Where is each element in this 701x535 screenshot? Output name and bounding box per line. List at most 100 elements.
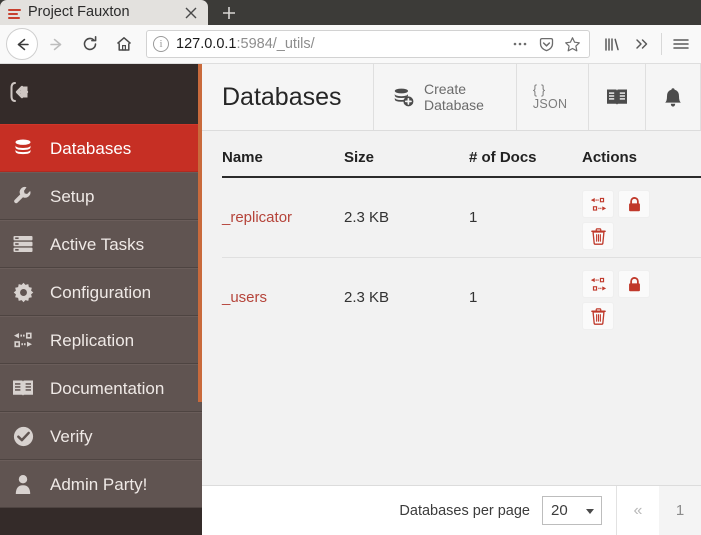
browser-window: Project Fauxton i 127.0.0.1:5984/_utils/… <box>0 0 701 535</box>
pagination: « 1 <box>616 485 701 535</box>
double-chevron-icon[interactable] <box>628 29 656 59</box>
bell-icon <box>662 86 684 109</box>
sidebar-item-databases[interactable]: Databases <box>0 124 202 172</box>
json-button[interactable]: { } JSON <box>517 64 589 130</box>
book-icon <box>605 86 629 108</box>
lock-icon[interactable] <box>618 190 650 219</box>
sidebar-item-active-tasks[interactable]: Active Tasks <box>0 220 202 268</box>
replicate-icon[interactable] <box>582 190 614 219</box>
plus-icon[interactable] <box>209 0 249 25</box>
pocket-icon[interactable] <box>535 33 557 55</box>
database-link[interactable]: _users <box>222 289 267 306</box>
column-header-size: Size <box>344 131 469 178</box>
chevron-down-icon <box>586 508 594 514</box>
per-page-control: Databases per page 20 <box>399 496 616 525</box>
page-title: Databases <box>202 64 374 130</box>
library-icon[interactable] <box>598 29 626 59</box>
cell-docs: 1 <box>469 288 478 306</box>
replicate-icon[interactable] <box>582 270 614 299</box>
url-path: :5984/_utils/ <box>236 36 315 52</box>
cell-docs: 1 <box>469 177 582 258</box>
collapse-sidebar-icon[interactable] <box>8 79 38 110</box>
table-body: _replicator 2.3 KB 1 _users 2.3 KB 1 <box>222 177 701 337</box>
hamburger-menu-icon[interactable] <box>667 29 695 59</box>
url-bar[interactable]: i 127.0.0.1:5984/_utils/ <box>146 30 590 58</box>
ellipsis-icon[interactable] <box>509 33 531 55</box>
row-actions <box>582 190 656 251</box>
delete-icon[interactable] <box>582 302 614 331</box>
cell-actions <box>582 257 701 337</box>
browser-nav-toolbar: i 127.0.0.1:5984/_utils/ <box>0 25 701 64</box>
table-row: _replicator 2.3 KB 1 <box>222 177 701 258</box>
row-actions <box>582 270 656 331</box>
url-host: 127.0.0.1 <box>176 36 237 52</box>
home-icon[interactable] <box>108 28 140 60</box>
sidebar-header <box>0 64 202 124</box>
back-arrow-icon[interactable] <box>6 28 38 60</box>
sidebar-item-label: Setup <box>50 186 95 206</box>
sidebar-item-documentation[interactable]: Documentation <box>0 364 202 412</box>
gear-icon <box>10 279 36 305</box>
cell-size: 2.3 KB <box>344 288 390 306</box>
book-icon <box>10 375 36 401</box>
databases-table: Name Size # of Docs Actions _replicator … <box>222 131 701 337</box>
sidebar-item-label: Replication <box>50 330 135 350</box>
create-database-button[interactable]: Create Database <box>374 64 517 130</box>
sidebar-item-admin-party[interactable]: Admin Party! <box>0 460 202 508</box>
tasks-icon <box>10 231 36 257</box>
per-page-select[interactable]: 20 <box>542 496 602 525</box>
table-row: _users 2.3 KB 1 <box>222 257 701 337</box>
column-header-docs: # of Docs <box>469 131 582 178</box>
info-icon[interactable]: i <box>153 36 169 52</box>
star-icon[interactable] <box>561 33 583 55</box>
notifications-button[interactable] <box>646 64 701 130</box>
close-icon[interactable] <box>180 2 202 24</box>
sidebar-item-label: Admin Party! <box>50 474 148 494</box>
per-page-value: 20 <box>551 502 568 519</box>
sidebar-item-replication[interactable]: Replication <box>0 316 202 364</box>
cell-name: _users <box>222 257 344 337</box>
delete-icon[interactable] <box>582 222 614 251</box>
pagination-prev[interactable]: « <box>617 486 659 535</box>
browser-tab-bar: Project Fauxton <box>0 0 701 25</box>
cell-size: 2.3 KB <box>344 177 469 258</box>
check-circle-icon <box>10 423 36 449</box>
url-text: 127.0.0.1:5984/_utils/ <box>176 36 502 52</box>
replication-icon <box>10 327 36 353</box>
cell-name: _replicator <box>222 177 344 258</box>
docs-button[interactable] <box>589 64 646 130</box>
fauxton-favicon <box>8 7 21 20</box>
pagination-page-1[interactable]: 1 <box>659 485 701 535</box>
databases-table-container: Name Size # of Docs Actions _replicator … <box>202 131 701 485</box>
wrench-icon <box>10 183 36 209</box>
create-database-label: Create Database <box>424 81 484 113</box>
table-header-row: Name Size # of Docs Actions <box>222 131 701 178</box>
sidebar-item-verify[interactable]: Verify <box>0 412 202 460</box>
table-footer: Databases per page 20 « 1 <box>202 485 701 535</box>
sidebar-item-label: Databases <box>50 138 132 158</box>
fauxton-app: Databases Setup Active Tasks Configurati… <box>0 64 701 535</box>
tab-title: Project Fauxton <box>28 4 130 20</box>
cell-actions <box>582 177 701 258</box>
user-icon <box>10 471 36 497</box>
database-plus-icon <box>392 86 414 108</box>
reload-icon[interactable] <box>74 28 106 60</box>
column-header-actions: Actions <box>582 131 701 178</box>
database-link[interactable]: _replicator <box>222 209 292 226</box>
toolbar-divider <box>661 33 662 55</box>
column-header-name: Name <box>222 131 344 178</box>
forward-arrow-icon <box>40 28 72 60</box>
database-icon <box>10 135 36 161</box>
sidebar-item-label: Verify <box>50 426 93 446</box>
sidebar-item-label: Active Tasks <box>50 234 145 254</box>
sidebar: Databases Setup Active Tasks Configurati… <box>0 64 203 535</box>
sidebar-item-label: Configuration <box>50 282 152 302</box>
sidebar-item-label: Documentation <box>50 378 165 398</box>
browser-tab[interactable]: Project Fauxton <box>0 0 208 25</box>
sidebar-item-configuration[interactable]: Configuration <box>0 268 202 316</box>
table-head: Name Size # of Docs Actions <box>222 131 701 178</box>
content-header: Databases Create Database { } JSON <box>202 64 701 131</box>
per-page-label: Databases per page <box>399 502 530 519</box>
sidebar-item-setup[interactable]: Setup <box>0 172 202 220</box>
lock-icon[interactable] <box>618 270 650 299</box>
